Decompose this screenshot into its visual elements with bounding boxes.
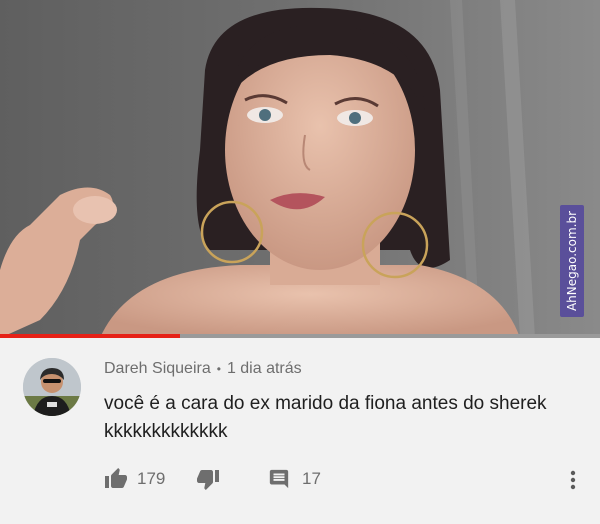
- comment-text: você é a cara do ex marido da fiona ante…: [104, 393, 547, 442]
- more-vertical-icon: [570, 470, 576, 490]
- like-button[interactable]: 179: [104, 466, 165, 492]
- meta-separator: •: [216, 362, 221, 376]
- avatar-image: [23, 358, 81, 416]
- watermark-text: AhNegao.com.br: [565, 210, 579, 312]
- reply-count: 17: [302, 469, 321, 488]
- comment-meta: Dareh Siqueira • 1 dia atrás: [104, 360, 302, 378]
- thumbs-up-icon: [105, 468, 127, 488]
- more-button[interactable]: [566, 468, 580, 492]
- video-frame: [0, 0, 600, 338]
- comment: Dareh Siqueira • 1 dia atrás você é a cara…: [0, 338, 600, 524]
- watermark: AhNegao.com.br: [560, 205, 584, 317]
- like-count: 179: [137, 469, 166, 488]
- thumbs-down-icon: [197, 470, 219, 490]
- reply-button[interactable]: 17: [268, 466, 321, 492]
- avatar[interactable]: [23, 358, 81, 416]
- dislike-button[interactable]: [196, 466, 220, 492]
- comment-icon: [269, 469, 289, 489]
- video-player[interactable]: AhNegao.com.br: [0, 0, 600, 338]
- comment-time[interactable]: 1 dia atrás: [227, 360, 302, 377]
- author-name[interactable]: Dareh Siqueira: [104, 360, 211, 377]
